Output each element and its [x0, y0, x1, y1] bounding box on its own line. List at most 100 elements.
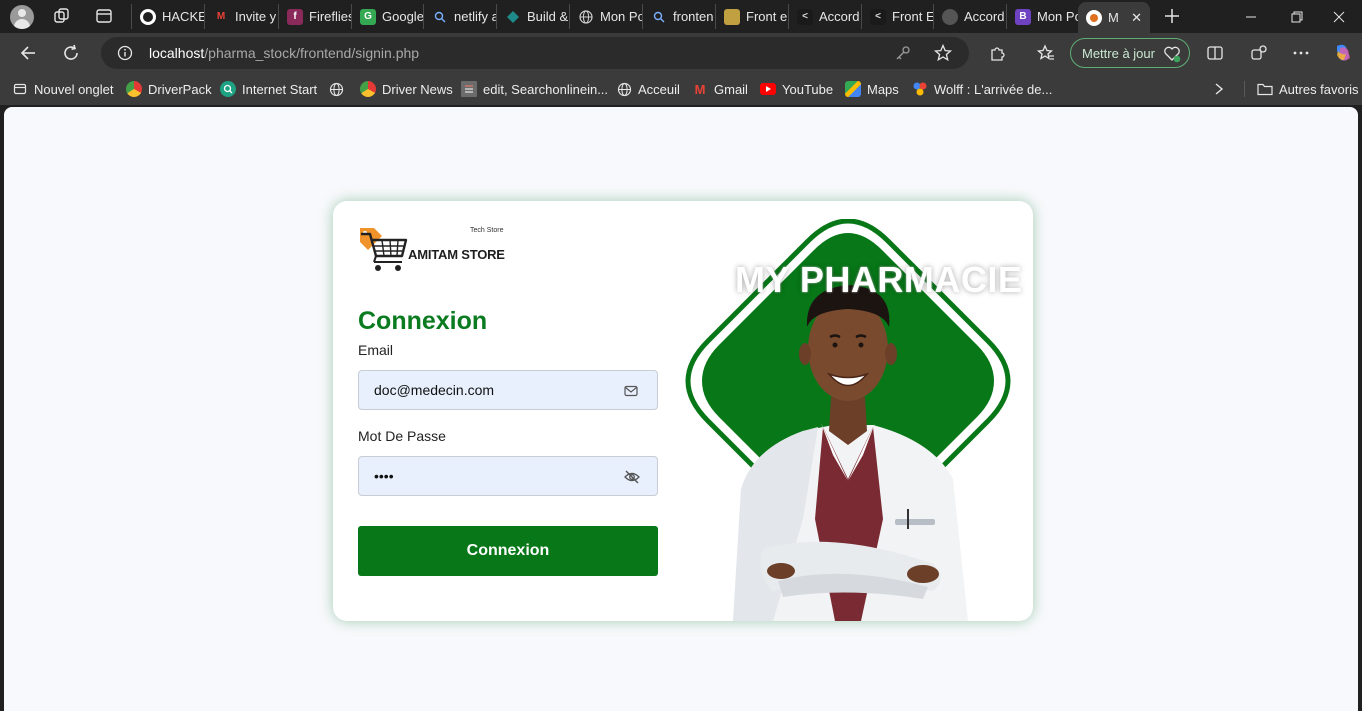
tab-label: Build &	[527, 9, 569, 24]
bookmark-item[interactable]: edit, Searchonlinein...	[461, 80, 608, 98]
tab-icon	[12, 81, 28, 97]
folder-icon	[1257, 81, 1273, 97]
app-icon	[912, 81, 928, 97]
envelope-icon	[623, 383, 639, 399]
browser-tab[interactable]: fronten	[642, 4, 715, 29]
address-bar[interactable]: localhost/pharma_stock/frontend/signin.p…	[101, 37, 969, 69]
eye-slash-icon[interactable]	[623, 469, 640, 485]
bookmark-item[interactable]: Internet Start	[220, 80, 317, 98]
tab-label: netlify a	[454, 9, 496, 24]
new-tab-icon[interactable]	[1162, 6, 1182, 26]
globe-icon	[616, 81, 632, 97]
restore-icon[interactable]	[1274, 0, 1320, 33]
bookmark-item[interactable]: YouTube	[760, 80, 833, 98]
update-label: Mettre à jour	[1082, 45, 1155, 61]
close-window-icon[interactable]	[1316, 0, 1362, 33]
close-icon[interactable]: ✕	[1131, 10, 1142, 26]
email-input[interactable]	[374, 382, 604, 398]
browser-tab[interactable]: HACKE	[131, 4, 204, 29]
browser-tab[interactable]: M Invite y	[204, 4, 278, 29]
profile-avatar-icon[interactable]	[10, 5, 34, 29]
bookmark-label: Autres favoris	[1279, 81, 1359, 97]
signin-button[interactable]: Connexion	[358, 526, 658, 576]
browser-tab[interactable]: Build &	[496, 4, 569, 29]
browser-tab[interactable]: < Accord	[788, 4, 861, 29]
bookmark-item[interactable]: Acceuil	[616, 80, 680, 98]
bookmark-label: Gmail	[714, 81, 748, 97]
url-host: localhost	[149, 45, 205, 61]
browser-tab[interactable]: netlify a	[423, 4, 496, 29]
browser-tab[interactable]: G Google	[351, 4, 423, 29]
bookmark-item[interactable]	[328, 80, 350, 98]
driverpack-icon	[360, 81, 376, 97]
browser-tab[interactable]: Mon Po	[569, 4, 642, 29]
browser-tab[interactable]: Accord	[933, 4, 1006, 29]
bookmark-item[interactable]: Maps	[845, 80, 899, 98]
password-input[interactable]	[374, 468, 604, 484]
bookmark-label: DriverPack	[148, 81, 212, 97]
bookmark-label: Acceuil	[638, 81, 680, 97]
favorites-icon[interactable]	[1035, 42, 1057, 64]
navigation-bar: localhost/pharma_stock/frontend/signin.p…	[0, 33, 1362, 73]
search-icon	[651, 9, 667, 25]
password-label: Mot De Passe	[358, 428, 446, 444]
update-button[interactable]: Mettre à jour	[1070, 38, 1190, 68]
bookmarks-overflow-icon[interactable]	[1212, 80, 1226, 98]
folder-icon	[724, 8, 740, 25]
document-icon	[461, 81, 477, 97]
code-icon: <	[797, 8, 813, 25]
favorite-star-icon[interactable]	[933, 43, 953, 67]
tab-label: Mon Po	[600, 9, 642, 24]
back-icon[interactable]	[17, 42, 39, 64]
bookmark-item[interactable]: Wolff : L'arrivée de...	[912, 80, 1052, 98]
tab-label: Fireflies	[309, 9, 351, 24]
app-icon	[1086, 9, 1102, 26]
browser-tab[interactable]: B Mon Po	[1006, 4, 1078, 29]
code-icon: <	[870, 8, 886, 25]
vertical-tabs-icon[interactable]	[94, 6, 114, 26]
driverpack-icon	[126, 81, 142, 97]
password-key-icon[interactable]	[895, 45, 911, 66]
signin-card: Tech Store AMITAM STORE Connexion Email …	[333, 201, 1033, 621]
browser-tab-active[interactable]: M ✕	[1078, 2, 1150, 33]
bookmark-item[interactable]: M Gmail	[692, 80, 748, 98]
email-field[interactable]	[358, 370, 658, 410]
globe-icon	[578, 9, 594, 25]
password-field[interactable]	[358, 456, 658, 496]
tab-label: Accord	[964, 9, 1005, 24]
bookmark-item[interactable]: Driver News	[360, 80, 453, 98]
bookmarks-divider	[1244, 81, 1245, 97]
browser-tab[interactable]: Front e	[715, 4, 788, 29]
bootstrap-icon: B	[1015, 8, 1031, 25]
gmail-icon: M	[694, 81, 706, 97]
bookmark-label: Wolff : L'arrivée de...	[934, 81, 1053, 97]
more-options-icon[interactable]	[1290, 42, 1312, 64]
bookmark-label: Driver News	[382, 81, 453, 97]
minimize-icon[interactable]	[1228, 0, 1274, 33]
build-icon	[505, 9, 521, 25]
fireflies-icon: f	[287, 8, 303, 25]
split-screen-icon[interactable]	[1204, 42, 1226, 64]
browser-tab[interactable]: f Fireflies	[278, 4, 351, 29]
other-bookmarks-folder[interactable]: Autres favoris	[1257, 80, 1358, 98]
url-text: localhost/pharma_stock/frontend/signin.p…	[149, 45, 419, 61]
search-icon	[220, 81, 236, 97]
brand-hero-title: MY PHARMACIE	[735, 259, 1023, 300]
site-info-icon[interactable]	[117, 45, 133, 66]
bookmarks-bar: Nouvel onglet DriverPack Internet Start …	[0, 73, 1362, 105]
collections-icon[interactable]	[1248, 42, 1270, 64]
copilot-icon[interactable]	[1332, 42, 1354, 64]
tab-label: Mon Po	[1037, 9, 1078, 24]
youtube-icon	[760, 83, 776, 95]
refresh-icon[interactable]	[60, 42, 82, 64]
tab-label: Front e	[746, 9, 788, 24]
bookmark-item[interactable]: DriverPack	[126, 80, 212, 98]
workspaces-icon[interactable]	[52, 6, 72, 26]
heart-sync-icon	[1163, 45, 1181, 66]
extensions-icon[interactable]	[986, 42, 1008, 64]
bookmark-label: Maps	[867, 81, 899, 97]
tab-label: fronten	[673, 9, 714, 24]
browser-tab[interactable]: < Front E	[861, 4, 933, 29]
form-title: Connexion	[358, 307, 488, 335]
bookmark-item[interactable]: Nouvel onglet	[12, 80, 114, 98]
